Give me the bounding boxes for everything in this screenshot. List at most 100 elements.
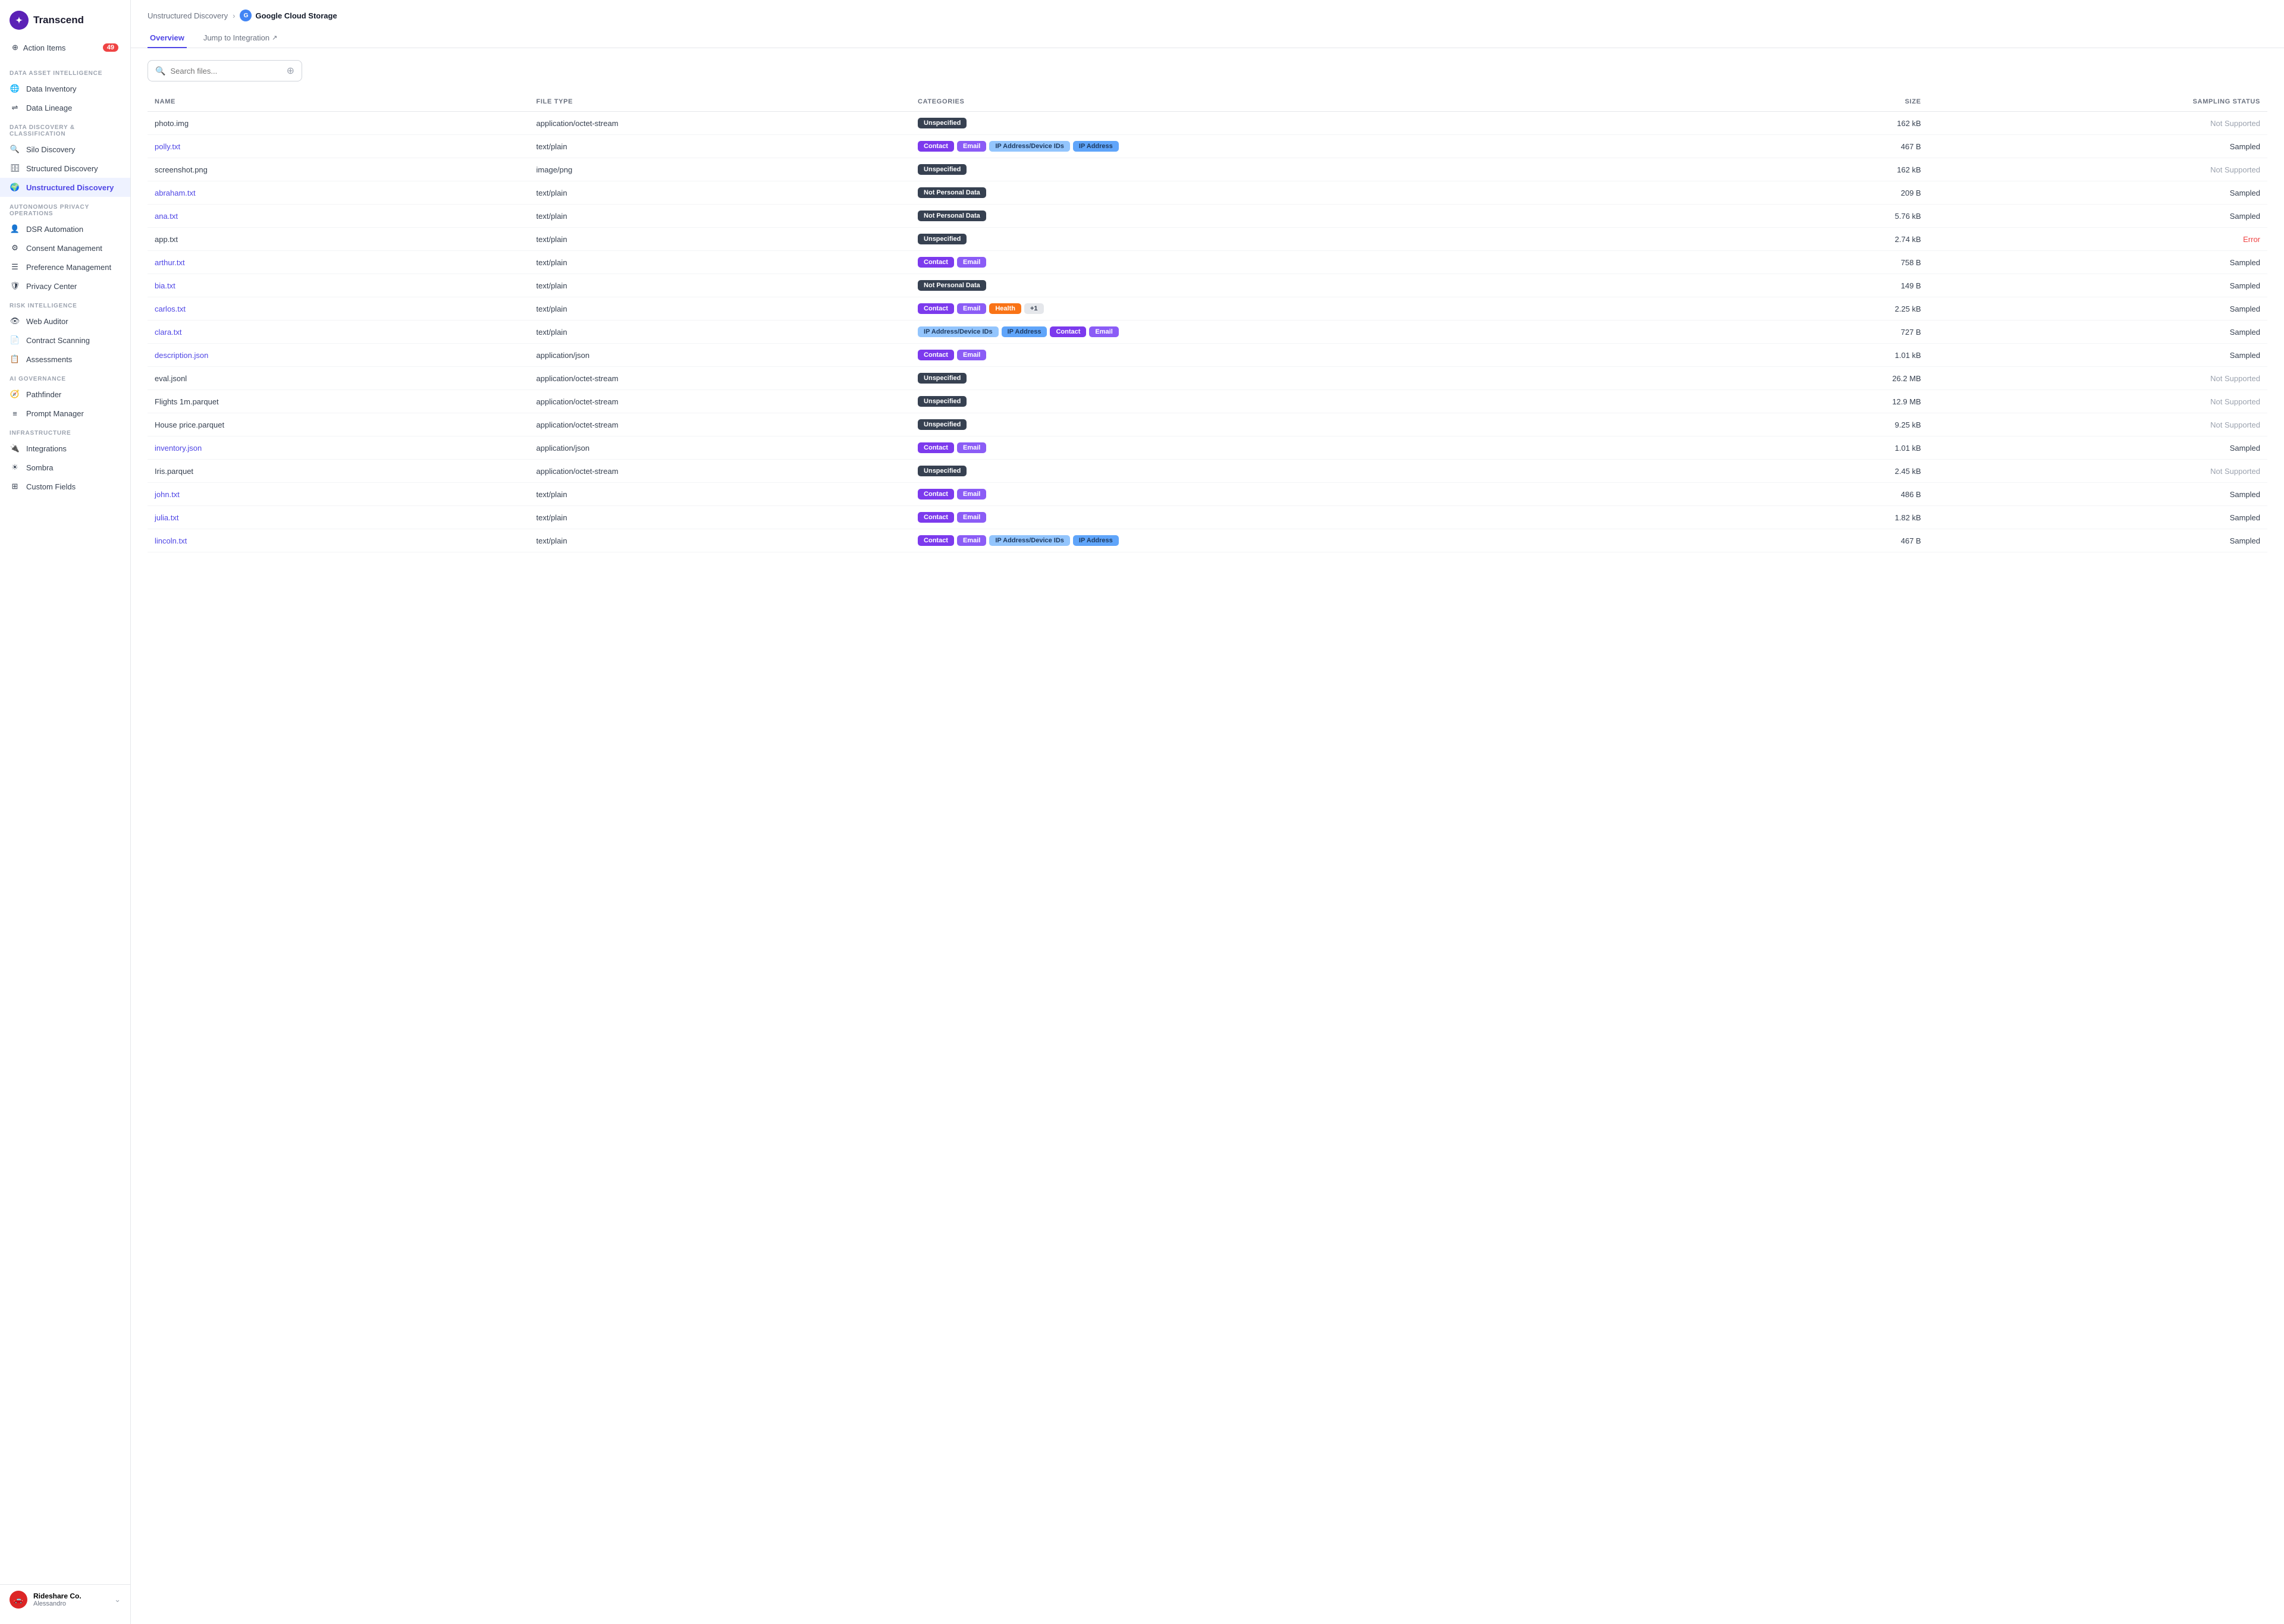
web-auditor-icon: 👁 xyxy=(10,316,20,326)
file-name-link[interactable]: john.txt xyxy=(155,490,180,499)
sampling-status: Sampled xyxy=(1928,251,2267,274)
sidebar-item-data-inventory[interactable]: 🌐 Data Inventory xyxy=(0,79,130,98)
category-badge: Email xyxy=(957,350,986,360)
col-header-name: NAME xyxy=(148,93,529,112)
file-size: 162 kB xyxy=(1674,158,1928,181)
file-name-link[interactable]: julia.txt xyxy=(155,513,178,522)
sidebar-item-assessments[interactable]: 📋 Assessments xyxy=(0,350,130,369)
file-categories: ContactEmail xyxy=(911,344,1674,367)
file-size: 1.01 kB xyxy=(1674,436,1928,460)
file-name-link[interactable]: inventory.json xyxy=(155,444,202,453)
file-name-link[interactable]: polly.txt xyxy=(155,142,180,151)
file-name-link[interactable]: bia.txt xyxy=(155,281,175,290)
file-size: 727 B xyxy=(1674,321,1928,344)
sidebar-item-data-lineage[interactable]: ⇌ Data Lineage xyxy=(0,98,130,117)
file-size: 9.25 kB xyxy=(1674,413,1928,436)
sidebar-item-prompt-manager[interactable]: ≡ Prompt Manager xyxy=(0,404,130,423)
table-row: arthur.txttext/plainContactEmail758 BSam… xyxy=(148,251,2267,274)
chevron-down-icon[interactable]: ⌄ xyxy=(114,1595,121,1604)
action-items-badge: 49 xyxy=(103,43,118,52)
tab-overview[interactable]: Overview xyxy=(148,29,187,48)
file-categories: Unspecified xyxy=(911,460,1674,483)
action-items[interactable]: ⊕ Action Items 49 xyxy=(6,38,124,57)
sidebar-item-dsr-automation[interactable]: 👤 DSR Automation xyxy=(0,219,130,238)
file-name-link[interactable]: abraham.txt xyxy=(155,189,196,197)
globe-icon: 🌐 xyxy=(10,83,20,94)
sidebar-item-unstructured-discovery[interactable]: 🌍 Unstructured Discovery xyxy=(0,178,130,197)
pathfinder-icon: 🧭 xyxy=(10,389,20,400)
file-name-link[interactable]: lincoln.txt xyxy=(155,536,187,545)
sampling-status: Sampled xyxy=(1928,506,2267,529)
sampling-status: Not Supported xyxy=(1928,413,2267,436)
category-badge: Contact xyxy=(918,257,954,268)
sidebar-item-web-auditor[interactable]: 👁 Web Auditor xyxy=(0,312,130,331)
table-row: screenshot.pngimage/pngUnspecified162 kB… xyxy=(148,158,2267,181)
file-name-link[interactable]: carlos.txt xyxy=(155,304,186,313)
sidebar-item-consent-management[interactable]: ⚙ Consent Management xyxy=(0,238,130,257)
category-badge: Email xyxy=(957,141,986,152)
tab-jump-integration[interactable]: Jump to Integration ↗ xyxy=(201,29,280,48)
footer-info: 🚗 Rideshare Co. Alessandro xyxy=(10,1591,81,1609)
file-name: Iris.parquet xyxy=(148,460,529,483)
file-categories: ContactEmailIP Address/Device IDsIP Addr… xyxy=(911,135,1674,158)
sidebar-item-contract-scanning[interactable]: 📄 Contract Scanning xyxy=(0,331,130,350)
sidebar-item-label: Assessments xyxy=(26,355,72,364)
file-type: text/plain xyxy=(529,251,911,274)
sidebar-item-privacy-center[interactable]: 🛡 Privacy Center xyxy=(0,277,130,296)
section-title-data-asset: Data Asset Intelligence xyxy=(0,63,130,79)
search-input[interactable] xyxy=(170,67,281,76)
file-categories: Unspecified xyxy=(911,158,1674,181)
category-badge: Email xyxy=(1089,326,1118,337)
section-risk: Risk Intelligence 👁 Web Auditor 📄 Contra… xyxy=(0,296,130,369)
file-name-link[interactable]: arthur.txt xyxy=(155,258,185,267)
sidebar-item-sombra[interactable]: ☀ Sombra xyxy=(0,458,130,477)
file-categories: Unspecified xyxy=(911,413,1674,436)
sidebar-item-custom-fields[interactable]: ⊞ Custom Fields xyxy=(0,477,130,496)
sidebar-item-label: Sombra xyxy=(26,463,54,472)
file-categories: ContactEmail xyxy=(911,506,1674,529)
file-type: text/plain xyxy=(529,274,911,297)
category-badge: Contact xyxy=(918,303,954,314)
search-add-icon[interactable]: ⊕ xyxy=(287,65,294,77)
section-infrastructure: Infrastructure 🔌 Integrations ☀ Sombra ⊞… xyxy=(0,423,130,496)
category-badge: Contact xyxy=(1050,326,1086,337)
table-row: photo.imgapplication/octet-streamUnspeci… xyxy=(148,112,2267,135)
sampling-status: Sampled xyxy=(1928,274,2267,297)
search-bar[interactable]: 🔍 ⊕ xyxy=(148,60,302,81)
app-logo: ✦ Transcend xyxy=(0,0,130,38)
category-badge: IP Address xyxy=(1073,535,1119,546)
logo-icon: ✦ xyxy=(10,11,29,30)
category-badge: Email xyxy=(957,512,986,523)
category-badge: IP Address/Device IDs xyxy=(989,535,1070,546)
sidebar-item-integrations[interactable]: 🔌 Integrations xyxy=(0,439,130,458)
category-badge: Health xyxy=(989,303,1021,314)
file-categories: Not Personal Data xyxy=(911,274,1674,297)
file-name-link[interactable]: description.json xyxy=(155,351,208,360)
sidebar-item-pathfinder[interactable]: 🧭 Pathfinder xyxy=(0,385,130,404)
file-name: Flights 1m.parquet xyxy=(148,390,529,413)
col-header-filetype: FILE TYPE xyxy=(529,93,911,112)
sidebar-item-silo-discovery[interactable]: 🔍 Silo Discovery xyxy=(0,140,130,159)
file-type: text/plain xyxy=(529,321,911,344)
sampling-status: Error xyxy=(1928,228,2267,251)
sidebar-item-structured-discovery[interactable]: 🗄 Structured Discovery xyxy=(0,159,130,178)
table-row: House price.parquetapplication/octet-str… xyxy=(148,413,2267,436)
table-row: ana.txttext/plainNot Personal Data5.76 k… xyxy=(148,205,2267,228)
share-icon: ⇌ xyxy=(10,102,20,113)
silo-icon: 🔍 xyxy=(10,144,20,155)
file-name-link[interactable]: ana.txt xyxy=(155,212,178,221)
col-header-size: SIZE xyxy=(1674,93,1928,112)
breadcrumb-parent[interactable]: Unstructured Discovery xyxy=(148,11,228,20)
file-name-link[interactable]: clara.txt xyxy=(155,328,182,337)
file-size: 26.2 MB xyxy=(1674,367,1928,390)
sampling-status: Sampled xyxy=(1928,297,2267,321)
file-size: 5.76 kB xyxy=(1674,205,1928,228)
table-row: john.txttext/plainContactEmail486 BSampl… xyxy=(148,483,2267,506)
category-badge: Unspecified xyxy=(918,419,967,430)
main-content: Unstructured Discovery › G Google Cloud … xyxy=(131,0,2284,1624)
file-name: House price.parquet xyxy=(148,413,529,436)
section-discovery: Data Discovery & Classification 🔍 Silo D… xyxy=(0,117,130,197)
file-type: application/octet-stream xyxy=(529,460,911,483)
file-type: text/plain xyxy=(529,228,911,251)
sidebar-item-preference-management[interactable]: ☰ Preference Management xyxy=(0,257,130,277)
